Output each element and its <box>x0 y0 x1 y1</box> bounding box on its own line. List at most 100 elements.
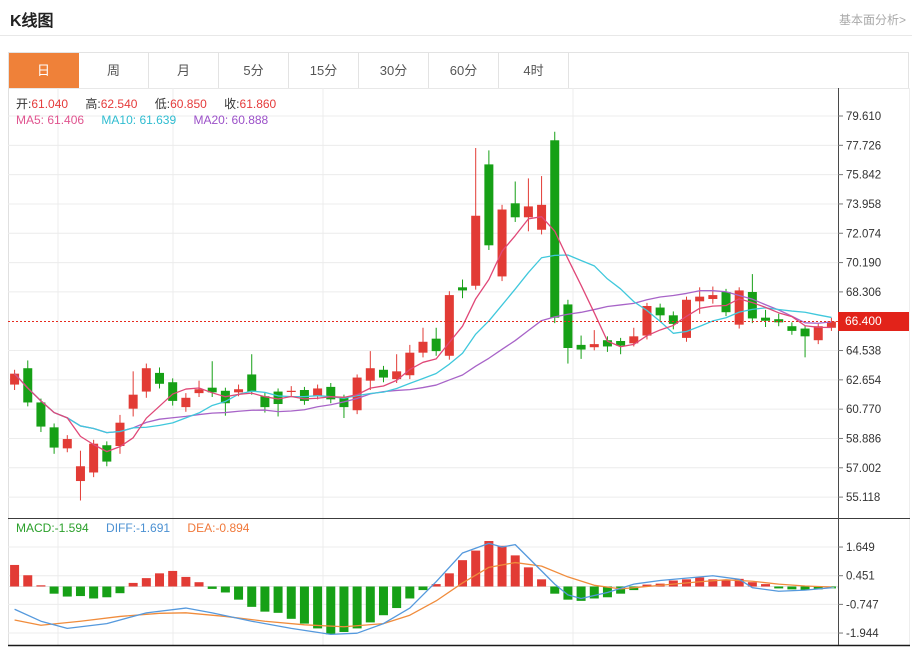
candle-body <box>563 304 572 348</box>
candle-body <box>181 398 190 407</box>
ma5-value: 61.406 <box>47 113 84 127</box>
candle-body <box>10 374 19 385</box>
macd-label: MACD: <box>16 521 55 535</box>
macd-bar <box>247 587 256 607</box>
close-value: 61.860 <box>240 97 277 111</box>
dea-label: DEA: <box>187 521 215 535</box>
candle-body <box>498 210 507 277</box>
macd-bar <box>208 587 217 589</box>
candle-body <box>748 292 757 318</box>
high-label: 高: <box>85 97 100 111</box>
macd-bar <box>76 587 85 597</box>
axis-tick-label: 70.190 <box>846 258 881 270</box>
macd-bar <box>221 587 230 593</box>
candle-body <box>761 318 770 321</box>
macd-bar <box>300 587 309 624</box>
macd-bar <box>537 579 546 586</box>
macd-bar <box>353 587 362 629</box>
candle-body <box>419 342 428 353</box>
candle-body <box>801 329 810 337</box>
close-label: 收: <box>224 97 239 111</box>
ma20-label: MA20: <box>193 113 228 127</box>
macd-bar <box>774 587 783 589</box>
low-label: 低: <box>155 97 170 111</box>
low-value: 60.850 <box>170 97 207 111</box>
axis-tick-label: 57.002 <box>846 463 881 475</box>
macd-bar <box>524 567 533 586</box>
candle-body <box>590 344 599 347</box>
candle-body <box>511 203 520 217</box>
macd-bar <box>36 585 45 586</box>
candle-body <box>353 378 362 411</box>
candle-body <box>366 368 375 380</box>
macd-bar <box>10 565 19 587</box>
candle-body <box>247 374 256 391</box>
candle-body <box>484 164 493 245</box>
axis-tick-label: 68.306 <box>846 287 881 299</box>
candle-body <box>550 140 559 317</box>
axis-tick-label: 60.770 <box>846 404 881 416</box>
open-label: 开: <box>16 97 31 111</box>
macd-bar <box>287 587 296 619</box>
macd-legend: MACD:-1.594 DIFF:-1.691 DEA:-0.894 <box>16 521 263 535</box>
candle-body <box>89 444 98 473</box>
macd-bar <box>313 587 322 629</box>
axis-tick-label: 72.074 <box>846 228 882 240</box>
candle-body <box>471 216 480 286</box>
candle-body <box>577 345 586 350</box>
axis-tick-label: 0.451 <box>846 571 875 583</box>
diff-label: DIFF: <box>106 521 136 535</box>
macd-bar <box>550 587 559 594</box>
candle-body <box>36 402 45 426</box>
diff-value: -1.691 <box>136 521 170 535</box>
candle-body <box>722 292 731 312</box>
candle-body <box>708 295 717 299</box>
macd-bar <box>155 573 164 586</box>
candle-body <box>63 439 72 448</box>
axis-tick-label: 73.958 <box>846 199 881 211</box>
candle-body <box>787 326 796 331</box>
candle-body <box>129 395 138 409</box>
candle-body <box>142 368 151 391</box>
axis-tick-label: -0.747 <box>846 599 879 611</box>
ma20-value: 60.888 <box>232 113 269 127</box>
macd-bar <box>23 575 32 586</box>
macd-bar <box>142 578 151 586</box>
open-value: 61.040 <box>31 97 68 111</box>
candle-body <box>524 206 533 217</box>
macd-bar <box>471 551 480 587</box>
macd-bar <box>181 577 190 587</box>
high-value: 62.540 <box>101 97 138 111</box>
candle-body <box>814 326 823 340</box>
axis-tick-label: 79.610 <box>846 111 881 123</box>
macd-value: -1.594 <box>55 521 89 535</box>
axis-tick-label: 77.726 <box>846 140 881 152</box>
candle-body <box>155 373 164 384</box>
macd-bar <box>50 587 59 594</box>
macd-bar <box>392 587 401 609</box>
macd-bar <box>511 555 520 586</box>
macd-bar <box>761 584 770 586</box>
axis-tick-label: 64.538 <box>846 346 881 358</box>
candle-body <box>379 370 388 378</box>
candle-body <box>50 427 59 447</box>
candle-body <box>432 339 441 351</box>
macd-bar <box>129 583 138 587</box>
macd-bar <box>379 587 388 616</box>
axis-tick-label: 58.886 <box>846 433 881 445</box>
axis-tick-label: 1.649 <box>846 542 875 554</box>
current-price-badge: 66.400 <box>838 312 909 331</box>
ma5-label: MA5: <box>16 113 44 127</box>
axis-tick-label: -1.944 <box>846 628 879 640</box>
macd-bar <box>326 587 335 635</box>
macd-bar <box>445 573 454 586</box>
candle-body <box>102 445 111 461</box>
candle-body <box>695 297 704 302</box>
ohlc-legend: 开:61.040 高:62.540 低:60.850 收:61.860 <box>16 95 290 112</box>
macd-bar <box>115 587 124 594</box>
macd-bar <box>168 571 177 587</box>
axis-tick-label: 55.118 <box>846 492 880 504</box>
candle-body <box>115 423 124 446</box>
ma-legend: MA5: 61.406 MA10: 61.639 MA20: 60.888 <box>16 113 282 127</box>
macd-bar <box>234 587 243 600</box>
